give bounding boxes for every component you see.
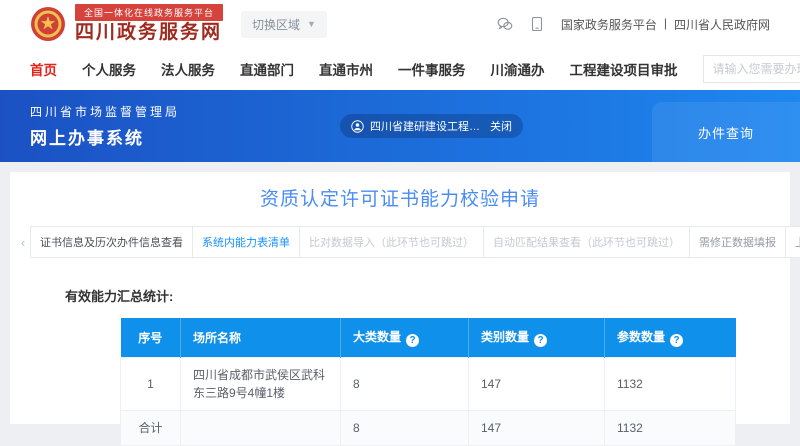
search-bar: 检索 [703,55,800,83]
links-divider: | [664,16,667,33]
col-header-category-count: 类别数量? [469,318,605,358]
nav-item-departments[interactable]: 直通部门 [240,59,294,79]
nav-item-cities[interactable]: 直通市州 [319,59,373,79]
mobile-app-icon[interactable] [529,16,545,32]
search-input[interactable] [703,55,800,83]
wechat-icon[interactable] [497,16,513,32]
cell-place: 四川省成都市武侯区武科东三路9号4幢1楼 [181,358,341,411]
system-banner: 四川省市场监督管理局 网上办事系统 四川省建研建设工程质... 关闭 办件查询 [0,90,800,162]
nav-item-chuanyu[interactable]: 川渝通办 [491,59,545,79]
case-query-entry[interactable]: 办件查询 [652,102,800,162]
cell-category-count: 147 [469,411,605,446]
link-national-platform[interactable]: 国家政务服务平台 [561,16,657,33]
nav-item-personal[interactable]: 个人服务 [82,59,136,79]
tab-certificate-info[interactable]: 证书信息及历次办件信息查看 [30,226,193,258]
system-name: 网上办事系统 [30,124,180,149]
cell-place [181,411,341,446]
content-card: 资质认定许可证书能力校验申请 ‹ 证书信息及历次办件信息查看 系统内能力表清单 … [10,172,790,424]
nav-item-legal[interactable]: 法人服务 [161,59,215,79]
cell-major-count: 8 [341,411,469,446]
tab-auto-match-result[interactable]: 自动匹配结果查看（此环节也可跳过） [483,226,690,258]
logged-in-user-pill: 四川省建研建设工程质... 关闭 [340,114,523,138]
table-header-row: 序号 场所名称 大类数量? 类别数量? 参数数量? [121,318,736,358]
page-title: 资质认定许可证书能力校验申请 [10,184,790,211]
cell-param-count: 1132 [605,358,736,411]
top-bar: 全国一体化在线政务服务平台 四川政务服务网 切换区域 ▼ 国家政务服务平台 | … [0,0,800,48]
region-switcher-label: 切换区域 [252,16,300,33]
capability-summary-table: 序号 场所名称 大类数量? 类别数量? 参数数量? 1 四川省成都市武侯区武科东… [120,318,736,446]
user-name: 四川省建研建设工程质... [370,118,482,134]
nav-item-one-thing[interactable]: 一件事服务 [398,59,466,79]
tabs-scroll-left-icon[interactable]: ‹ [15,235,31,250]
nav-item-home[interactable]: 首页 [30,59,57,79]
tab-data-import[interactable]: 比对数据导入（此环节也可跳过） [299,226,484,258]
user-icon [351,120,364,133]
region-switcher[interactable]: 切换区域 ▼ [241,11,327,38]
col-header-place: 场所名称 [181,318,341,358]
cell-index: 1 [121,358,181,411]
step-tabs: ‹ 证书信息及历次办件信息查看 系统内能力表清单 比对数据导入（此环节也可跳过）… [15,226,785,258]
col-header-param-count: 参数数量? [605,318,736,358]
help-icon[interactable]: ? [670,334,683,347]
nav-item-construction-approval[interactable]: 工程建设项目审批 [570,59,678,79]
site-title: 四川政务服务网 [75,23,223,44]
tab-correction-fill[interactable]: 需修正数据填报 [689,226,786,258]
table-row: 1 四川省成都市武侯区武科东三路9号4幢1楼 8 147 1132 [121,358,736,411]
close-session-button[interactable]: 关闭 [490,118,512,134]
cell-param-count: 1132 [605,411,736,446]
tab-upload-evidence[interactable]: 上传佐证 [785,226,800,258]
help-icon[interactable]: ? [406,334,419,347]
cell-total-label: 合计 [121,411,181,446]
chevron-down-icon: ▼ [307,19,316,29]
cell-category-count: 147 [469,358,605,411]
col-header-major-count: 大类数量? [341,318,469,358]
main-nav: 首页 个人服务 法人服务 直通部门 直通市州 一件事服务 川渝通办 工程建设项目… [0,48,800,90]
national-emblem-icon [30,6,66,42]
cell-major-count: 8 [341,358,469,411]
section-title: 有效能力汇总统计: [65,286,790,305]
org-name: 四川省市场监督管理局 [30,103,180,120]
help-icon[interactable]: ? [534,334,547,347]
link-sichuan-gov[interactable]: 四川省人民政府网 [674,16,770,33]
platform-badge: 全国一体化在线政务服务平台 [75,4,223,21]
tab-capability-list[interactable]: 系统内能力表清单 [192,226,300,258]
site-brand: 全国一体化在线政务服务平台 四川政务服务网 [30,4,223,44]
table-total-row: 合计 8 147 1132 [121,411,736,446]
col-header-index: 序号 [121,318,181,358]
